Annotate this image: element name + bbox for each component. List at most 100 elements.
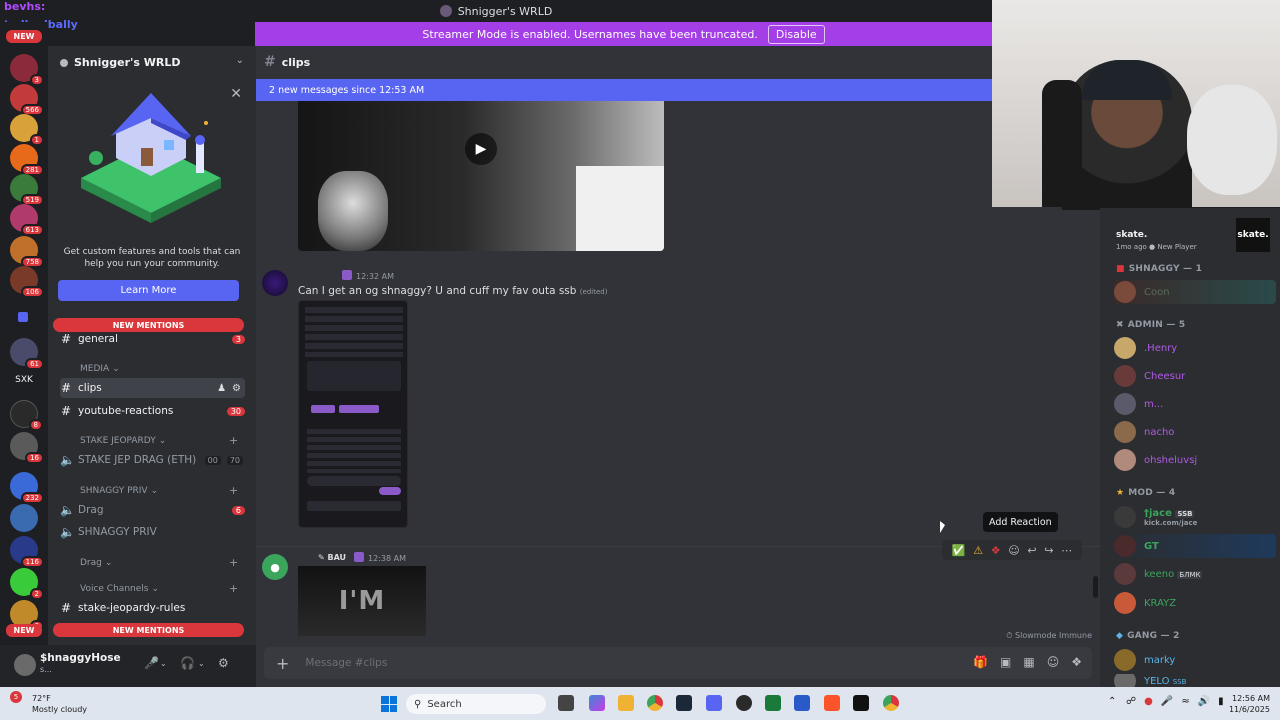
- server-icon[interactable]: 2: [10, 568, 44, 600]
- folder-icon[interactable]: [18, 312, 28, 322]
- wifi-icon[interactable]: ≈: [1181, 696, 1189, 707]
- new-unread-pill-bottom[interactable]: NEW: [6, 624, 42, 637]
- app-tray-icon[interactable]: ●: [1144, 696, 1153, 707]
- server-icon[interactable]: 566: [10, 84, 44, 116]
- video-embed[interactable]: ▶: [298, 101, 664, 251]
- member-item[interactable]: GT: [1114, 534, 1276, 558]
- message-composer[interactable]: + Message #clips 🎁 ▣ ▦ ☺ ❖: [264, 647, 1092, 679]
- member-item[interactable]: m...: [1114, 392, 1163, 416]
- add-reaction-icon[interactable]: ☺: [1008, 544, 1019, 557]
- voice-channel-drag[interactable]: 🔈 Drag 6: [60, 500, 245, 520]
- play-icon[interactable]: ▶: [465, 133, 497, 165]
- server-icon[interactable]: 758: [10, 236, 44, 268]
- add-channel-icon[interactable]: +: [229, 484, 238, 497]
- channel-general[interactable]: # general 3: [60, 329, 245, 349]
- member-item[interactable]: KRAYZ: [1114, 591, 1176, 615]
- message-input-placeholder[interactable]: Message #clips: [305, 657, 387, 669]
- user-name[interactable]: $hnaggyHose: [40, 652, 121, 664]
- taskbar-search[interactable]: ⚲ Search: [406, 694, 546, 714]
- add-attachment-icon[interactable]: +: [276, 654, 289, 673]
- new-messages-bar[interactable]: 2 new messages since 12:53 AM: [256, 79, 992, 101]
- member-item[interactable]: YELO SSB: [1114, 674, 1186, 688]
- forward-icon[interactable]: ↪: [1044, 544, 1053, 557]
- obs-icon[interactable]: [736, 695, 752, 711]
- voice-channel-stake-jep-drag[interactable]: 🔈 STAKE JEP DRAG (ETH) 00 70: [60, 450, 245, 470]
- warning-reaction-icon[interactable]: ⚠: [973, 544, 983, 557]
- new-unread-pill-top[interactable]: NEW: [6, 30, 42, 43]
- disable-streamer-mode-button[interactable]: Disable: [767, 24, 825, 44]
- steam-icon[interactable]: [676, 695, 692, 711]
- server-icon[interactable]: 3: [10, 54, 44, 86]
- chrome-icon[interactable]: [647, 695, 663, 711]
- server-icon[interactable]: 116: [10, 536, 44, 568]
- gif-icon[interactable]: ▣: [1000, 655, 1011, 669]
- tray-chevron-icon[interactable]: ⌃: [1108, 696, 1116, 707]
- microphone-icon[interactable]: 🎤: [144, 656, 159, 670]
- voice-channel-shnaggy-priv[interactable]: 🔈 SHNAGGY PRIV: [60, 522, 245, 542]
- copilot-icon[interactable]: [589, 695, 605, 711]
- server-icon[interactable]: 1: [10, 114, 44, 146]
- discord-icon[interactable]: [706, 695, 722, 711]
- member-item[interactable]: ohsheluvsj: [1114, 448, 1197, 472]
- app-icon[interactable]: [853, 695, 869, 711]
- volume-icon[interactable]: 🔊: [1198, 696, 1210, 707]
- image-attachment[interactable]: [298, 300, 408, 528]
- chevron-down-icon[interactable]: ⌄: [160, 659, 167, 668]
- member-item[interactable]: Cheesur: [1114, 364, 1185, 388]
- channel-clips[interactable]: # clips ♟ ⚙: [60, 378, 245, 398]
- server-name-header[interactable]: Shnigger's WRLD: [60, 56, 180, 69]
- headphones-icon[interactable]: 🎧: [180, 656, 195, 670]
- network-icon[interactable]: ☍: [1126, 696, 1136, 707]
- avatar[interactable]: [262, 270, 288, 296]
- emoji-icon[interactable]: ☺: [1047, 655, 1060, 669]
- category-drag[interactable]: Drag ⌄: [80, 558, 112, 568]
- custom-emoji-reaction-icon[interactable]: ❖: [991, 544, 1001, 557]
- server-label-sxk[interactable]: SXK: [10, 375, 38, 385]
- avatar[interactable]: ●: [262, 554, 288, 580]
- server-icon[interactable]: 519: [10, 174, 44, 206]
- video-embed[interactable]: I'M: [298, 566, 426, 636]
- microphone-icon[interactable]: 🎤: [1161, 696, 1173, 707]
- reply-icon[interactable]: ↩: [1027, 544, 1036, 557]
- member-item[interactable]: keeno БЛМК: [1114, 562, 1203, 586]
- add-member-icon[interactable]: ♟: [217, 383, 226, 394]
- apps-icon[interactable]: ❖: [1071, 655, 1082, 669]
- channel-stake-jeopardy-rules[interactable]: # stake-jeopardy-rules: [60, 598, 245, 618]
- file-explorer-icon[interactable]: [618, 695, 634, 711]
- system-clock[interactable]: 12:56 AM 11/6/2025: [1229, 693, 1270, 715]
- avatar[interactable]: [14, 654, 36, 676]
- gear-icon[interactable]: ⚙: [218, 656, 229, 670]
- server-icon[interactable]: [10, 504, 38, 532]
- windows-start-icon[interactable]: [381, 696, 397, 712]
- weather-widget[interactable]: 72°F Mostly cloudy: [32, 693, 87, 715]
- member-item[interactable]: Coon: [1114, 280, 1276, 304]
- gift-icon[interactable]: 🎁: [973, 655, 988, 669]
- category-shnaggy-priv[interactable]: SHNAGGY PRIV ⌄: [80, 486, 158, 496]
- activity-card[interactable]: skate. 1mo ago ● New Player skate.: [1112, 212, 1274, 252]
- add-channel-icon[interactable]: +: [229, 556, 238, 569]
- chevron-down-icon[interactable]: ⌄: [198, 659, 205, 668]
- server-icon[interactable]: 106: [10, 266, 44, 298]
- server-icon[interactable]: 8: [10, 400, 43, 431]
- notification-badge[interactable]: 5: [10, 691, 22, 703]
- chrome-icon[interactable]: [883, 695, 899, 711]
- sticker-icon[interactable]: ▦: [1023, 655, 1034, 669]
- gear-icon[interactable]: ⚙: [232, 383, 241, 394]
- brave-icon[interactable]: [824, 695, 840, 711]
- server-icon[interactable]: 281: [10, 144, 44, 176]
- app-icon[interactable]: [765, 695, 781, 711]
- chevron-down-icon[interactable]: ⌄: [236, 55, 244, 66]
- server-icon[interactable]: 61: [10, 338, 44, 370]
- member-item[interactable]: †jace SSB kick.com/jace: [1114, 505, 1197, 529]
- server-icon[interactable]: 232: [10, 472, 44, 504]
- checkmark-reaction-icon[interactable]: ✅: [952, 544, 966, 557]
- member-item[interactable]: .Henry: [1114, 336, 1177, 360]
- more-options-icon[interactable]: ⋯: [1061, 544, 1072, 557]
- learn-more-button[interactable]: Learn More: [58, 280, 239, 301]
- server-icon[interactable]: 613: [10, 204, 44, 236]
- battery-icon[interactable]: ▮: [1218, 696, 1224, 707]
- member-item[interactable]: nacho: [1114, 420, 1174, 444]
- chat-scrollbar[interactable]: [1093, 576, 1098, 598]
- category-voice-channels[interactable]: Voice Channels ⌄: [80, 584, 159, 594]
- add-channel-icon[interactable]: +: [229, 582, 238, 595]
